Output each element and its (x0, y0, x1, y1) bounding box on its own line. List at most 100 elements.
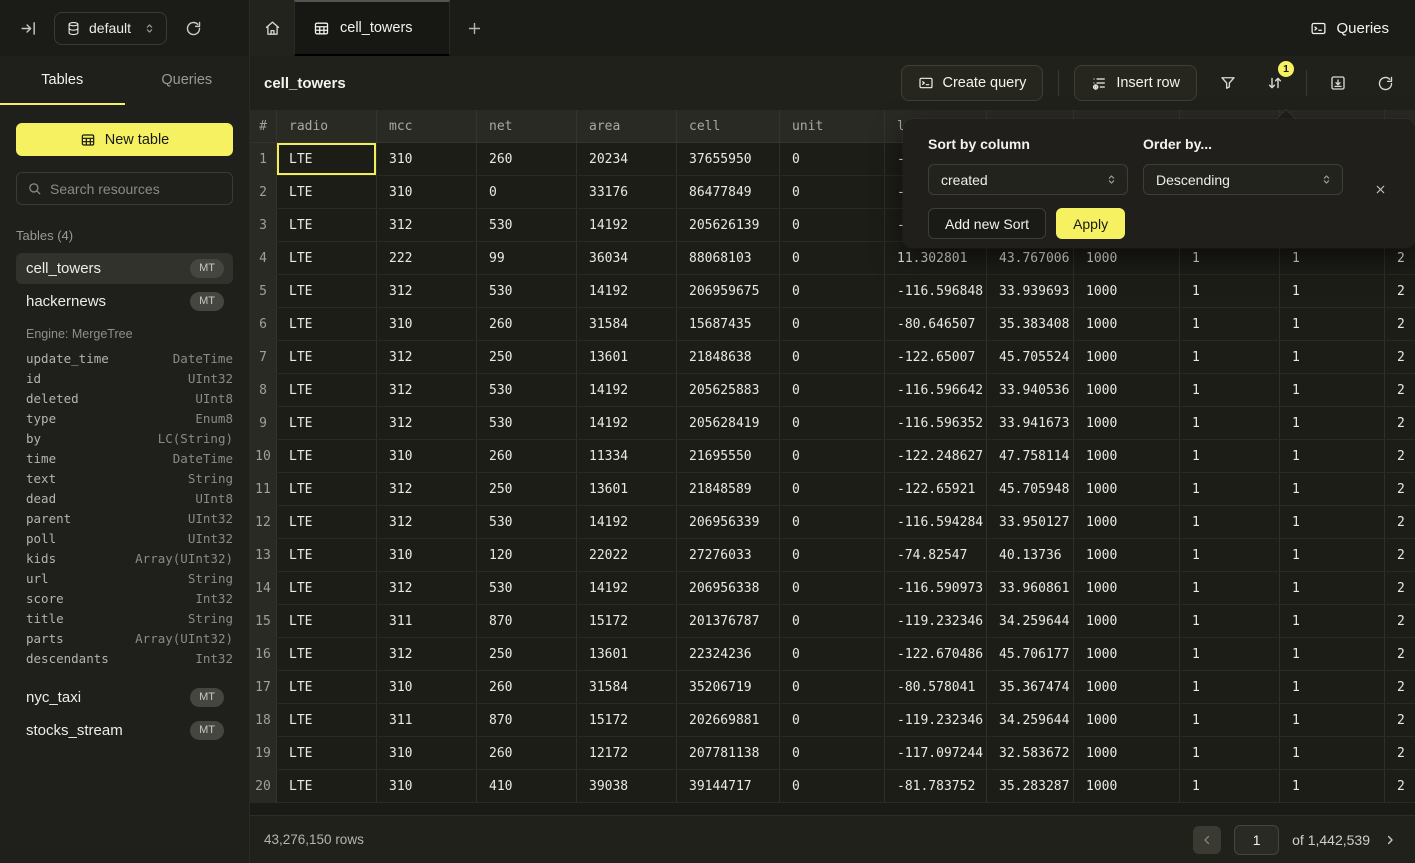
cell[interactable]: 1000 (1074, 473, 1180, 505)
cell[interactable]: -119.232346 (885, 605, 987, 637)
cell[interactable]: LTE (277, 572, 377, 604)
cell[interactable]: 312 (377, 209, 477, 241)
row-number[interactable]: 7 (250, 341, 277, 373)
cell[interactable]: 0 (780, 506, 885, 538)
cell[interactable]: 310 (377, 539, 477, 571)
cell[interactable]: 2 (1385, 539, 1415, 571)
cell[interactable]: LTE (277, 176, 377, 208)
row-number[interactable]: 8 (250, 374, 277, 406)
cell[interactable]: -122.248627 (885, 440, 987, 472)
cell[interactable]: 12172 (577, 737, 677, 769)
cell[interactable]: 2 (1385, 572, 1415, 604)
cell[interactable]: 0 (780, 605, 885, 637)
cell[interactable]: LTE (277, 539, 377, 571)
cell[interactable]: 1000 (1074, 770, 1180, 802)
cell[interactable]: 0 (780, 737, 885, 769)
cell[interactable]: 206959675 (677, 275, 780, 307)
page-number-input[interactable] (1234, 825, 1279, 855)
cell[interactable]: 260 (477, 737, 577, 769)
row-number[interactable]: 9 (250, 407, 277, 439)
tab-home[interactable] (250, 0, 294, 56)
cell[interactable]: 1 (1180, 572, 1280, 604)
cell[interactable]: 15687435 (677, 308, 780, 340)
cell[interactable]: 222 (377, 242, 477, 274)
cell[interactable]: 2 (1385, 605, 1415, 637)
cell[interactable]: 250 (477, 473, 577, 505)
cell[interactable]: 14192 (577, 407, 677, 439)
cell[interactable]: 39038 (577, 770, 677, 802)
cell[interactable]: 1000 (1074, 407, 1180, 439)
cell[interactable]: 14192 (577, 209, 677, 241)
cell[interactable]: 33176 (577, 176, 677, 208)
cell[interactable]: -116.596352 (885, 407, 987, 439)
cell[interactable]: 530 (477, 209, 577, 241)
cell[interactable]: 1000 (1074, 572, 1180, 604)
cell[interactable]: 1 (1280, 308, 1385, 340)
cell[interactable]: 1 (1180, 737, 1280, 769)
cell[interactable]: 45.705524 (987, 341, 1074, 373)
cell[interactable]: 1 (1180, 308, 1280, 340)
cell[interactable]: 1 (1280, 671, 1385, 703)
cell[interactable]: 260 (477, 308, 577, 340)
row-number[interactable]: 14 (250, 572, 277, 604)
cell[interactable]: 0 (780, 638, 885, 670)
cell[interactable]: LTE (277, 704, 377, 736)
cell[interactable]: 31584 (577, 671, 677, 703)
create-query-button[interactable]: Create query (901, 65, 1044, 101)
cell[interactable]: 0 (780, 143, 885, 175)
cell[interactable]: 13601 (577, 341, 677, 373)
cell[interactable]: 1 (1280, 275, 1385, 307)
cell[interactable]: 1 (1280, 506, 1385, 538)
cell[interactable]: 15172 (577, 704, 677, 736)
cell[interactable]: 13601 (577, 473, 677, 505)
row-number[interactable]: 10 (250, 440, 277, 472)
cell[interactable]: 33.939693 (987, 275, 1074, 307)
cell[interactable]: -74.82547 (885, 539, 987, 571)
cell[interactable]: 45.705948 (987, 473, 1074, 505)
cell[interactable]: 250 (477, 341, 577, 373)
cell[interactable]: 1 (1280, 539, 1385, 571)
cell[interactable]: 260 (477, 143, 577, 175)
cell[interactable]: 410 (477, 770, 577, 802)
cell[interactable]: LTE (277, 638, 377, 670)
cell[interactable]: 202669881 (677, 704, 780, 736)
cell[interactable]: 35206719 (677, 671, 780, 703)
cell[interactable]: -119.232346 (885, 704, 987, 736)
cell[interactable]: 260 (477, 671, 577, 703)
sidebar-tab-queries[interactable]: Queries (125, 56, 250, 105)
cell[interactable]: 36034 (577, 242, 677, 274)
cell[interactable]: 260 (477, 440, 577, 472)
cell[interactable]: 207781138 (677, 737, 780, 769)
cell[interactable]: 0 (780, 704, 885, 736)
cell[interactable]: 206956338 (677, 572, 780, 604)
cell[interactable]: 310 (377, 308, 477, 340)
cell[interactable]: LTE (277, 605, 377, 637)
cell[interactable]: 312 (377, 407, 477, 439)
cell[interactable]: 47.758114 (987, 440, 1074, 472)
close-sort-popup-button[interactable] (1368, 177, 1392, 201)
sidebar-item-stocks-stream[interactable]: stocks_stream MT (16, 715, 233, 746)
cell[interactable]: 21848638 (677, 341, 780, 373)
row-number[interactable]: 5 (250, 275, 277, 307)
cell[interactable]: 1000 (1074, 275, 1180, 307)
cell[interactable]: 11334 (577, 440, 677, 472)
sort-button[interactable]: 1 (1259, 67, 1291, 99)
cell[interactable]: 0 (780, 374, 885, 406)
cell[interactable]: 205628419 (677, 407, 780, 439)
row-number[interactable]: 16 (250, 638, 277, 670)
cell[interactable]: 1 (1180, 506, 1280, 538)
cell[interactable]: 22324236 (677, 638, 780, 670)
cell[interactable]: 1 (1280, 473, 1385, 505)
cell[interactable]: 310 (377, 440, 477, 472)
cell[interactable]: 1 (1280, 440, 1385, 472)
order-by-select[interactable]: Descending (1143, 164, 1343, 195)
row-number[interactable]: 6 (250, 308, 277, 340)
insert-row-button[interactable]: Insert row (1074, 65, 1197, 101)
column-header[interactable]: radio (277, 110, 377, 143)
cell[interactable]: 310 (377, 770, 477, 802)
cell[interactable]: 312 (377, 506, 477, 538)
cell[interactable]: 13601 (577, 638, 677, 670)
cell[interactable]: 2 (1385, 737, 1415, 769)
cell[interactable]: 0 (780, 242, 885, 274)
cell[interactable]: 311 (377, 605, 477, 637)
